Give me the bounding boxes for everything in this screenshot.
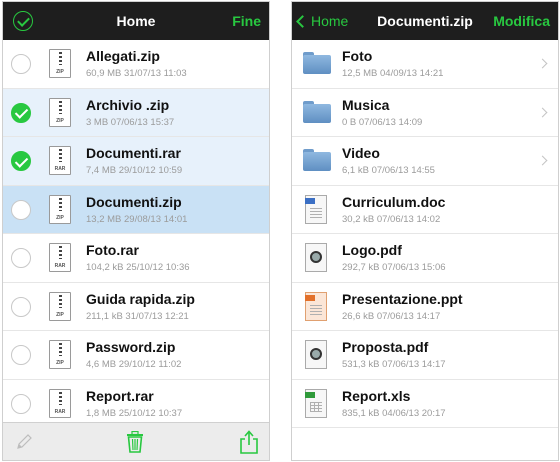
file-meta: 7,4 MB 29/10/12 10:59	[86, 165, 183, 176]
word-document-icon	[305, 194, 327, 224]
file-row[interactable]: ZIP Password.zip 4,6 MB 29/10/12 11:02	[3, 331, 269, 380]
right-navbar: Home Documenti.zip Modifica	[292, 2, 558, 40]
chevron-right-icon	[537, 107, 548, 117]
archive-file-icon: ZIP	[49, 97, 71, 127]
archive-file-icon: ZIP	[49, 194, 71, 224]
item-meta: 12,5 MB 04/09/13 14:21	[342, 68, 444, 79]
archive-file-icon: ZIP	[49, 340, 71, 369]
file-name: Documenti.zip	[86, 193, 182, 210]
archive-contents-list: Foto 12,5 MB 04/09/13 14:21 Musica 0 B 07/0…	[292, 40, 558, 428]
trash-icon[interactable]	[125, 431, 145, 453]
file-meta: 4,6 MB 29/10/12 11:02	[86, 359, 182, 370]
file-meta: 13,2 MB 29/08/13 14:01	[86, 213, 188, 225]
file-name: Report.rar	[86, 387, 154, 404]
item-name: Musica	[342, 96, 390, 113]
item-name: Proposta.pdf	[342, 339, 429, 355]
archive-file-icon: ZIP	[49, 49, 71, 78]
pdf-document-icon	[305, 340, 327, 369]
item-meta: 6,1 kB 07/06/13 14:55	[342, 165, 435, 176]
selection-checkbox[interactable]	[11, 102, 31, 123]
item-meta: 30,2 kB 07/06/13 14:02	[342, 213, 441, 225]
selection-checkbox[interactable]	[11, 54, 31, 74]
file-meta: 60,9 MB 31/07/13 11:03	[86, 68, 187, 79]
item-name: Report.xls	[342, 387, 411, 404]
archive-file-icon: RAR	[49, 146, 71, 175]
file-name: Documenti.rar	[86, 145, 181, 161]
file-row[interactable]: Presentazione.ppt 26,6 kB 07/06/13 14:17	[292, 283, 558, 331]
excel-document-icon	[305, 388, 327, 418]
file-row[interactable]: ZIP Documenti.zip 13,2 MB 29/08/13 14:01	[3, 185, 269, 234]
file-name: Archivio .zip	[86, 96, 170, 113]
archive-file-icon: RAR	[49, 243, 71, 272]
file-row[interactable]: RAR Documenti.rar 7,4 MB 29/10/12 10:59	[3, 137, 269, 186]
file-name: Allegati.zip	[86, 48, 160, 64]
file-row[interactable]: ZIP Allegati.zip 60,9 MB 31/07/13 11:03	[3, 40, 269, 89]
folder-icon	[303, 100, 331, 123]
folder-row[interactable]: Video 6,1 kB 07/06/13 14:55	[292, 137, 558, 186]
archive-file-icon: RAR	[49, 388, 71, 418]
powerpoint-document-icon	[305, 291, 327, 321]
share-icon[interactable]	[239, 430, 259, 454]
file-name: Password.zip	[86, 339, 176, 355]
chevron-right-icon	[537, 58, 548, 69]
folder-row[interactable]: Foto 12,5 MB 04/09/13 14:21	[292, 40, 558, 89]
file-meta: 3 MB 07/06/13 15:37	[86, 116, 175, 128]
file-row[interactable]: RAR Report.rar 1,8 MB 25/10/12 10:37	[3, 380, 269, 428]
right-screen: Home Documenti.zip Modifica Foto 12,5 MB …	[291, 1, 559, 461]
selection-checkbox[interactable]	[11, 151, 31, 171]
item-name: Foto	[342, 48, 373, 64]
pdf-document-icon	[305, 243, 327, 272]
file-name: Foto.rar	[86, 242, 139, 258]
file-row[interactable]: Report.xls 835,1 kB 04/06/13 20:17	[292, 380, 558, 428]
item-meta: 0 B 07/06/13 14:09	[342, 116, 423, 128]
folder-icon	[303, 52, 331, 74]
done-button[interactable]: Fine	[232, 2, 261, 40]
file-meta: 1,8 MB 25/10/12 10:37	[86, 407, 183, 419]
item-name: Video	[342, 145, 380, 161]
file-row[interactable]: Curriculum.doc 30,2 kB 07/06/13 14:02	[292, 186, 558, 234]
item-name: Curriculum.doc	[342, 193, 446, 210]
file-meta: 104,2 kB 25/10/12 10:36	[86, 262, 190, 273]
file-row[interactable]: Proposta.pdf 531,3 kB 07/06/13 14:17	[292, 331, 558, 380]
file-row[interactable]: RAR Foto.rar 104,2 kB 25/10/12 10:36	[3, 234, 269, 283]
selection-checkbox[interactable]	[11, 199, 31, 220]
selection-checkbox[interactable]	[11, 393, 31, 414]
edit-toolbar	[3, 422, 269, 460]
archive-file-icon: ZIP	[49, 291, 71, 321]
item-meta: 531,3 kB 07/06/13 14:17	[342, 359, 446, 370]
file-name: Guida rapida.zip	[86, 290, 195, 307]
pencil-icon[interactable]	[15, 433, 33, 451]
item-name: Logo.pdf	[342, 242, 402, 258]
selection-checkbox[interactable]	[11, 296, 31, 317]
folder-icon	[303, 149, 331, 171]
file-row[interactable]: Logo.pdf 292,7 kB 07/06/13 15:06	[292, 234, 558, 283]
item-meta: 292,7 kB 07/06/13 15:06	[342, 262, 446, 273]
nav-title: Home	[116, 13, 156, 29]
selection-checkbox[interactable]	[11, 345, 31, 365]
folder-row[interactable]: Musica 0 B 07/06/13 14:09	[292, 89, 558, 137]
item-name: Presentazione.ppt	[342, 290, 463, 307]
item-meta: 26,6 kB 07/06/13 14:17	[342, 310, 441, 322]
left-navbar: Home Fine	[3, 2, 269, 40]
item-meta: 835,1 kB 04/06/13 20:17	[342, 407, 446, 419]
chevron-right-icon	[537, 155, 548, 166]
file-row[interactable]: ZIP Guida rapida.zip 211,1 kB 31/07/13 12:…	[3, 283, 269, 331]
file-list: ZIP Allegati.zip 60,9 MB 31/07/13 11:03 ZIP…	[3, 40, 269, 428]
edit-button[interactable]: Modifica	[493, 2, 550, 40]
file-meta: 211,1 kB 31/07/13 12:21	[86, 310, 189, 322]
selection-checkbox[interactable]	[11, 248, 31, 268]
file-row[interactable]: ZIP Archivio .zip 3 MB 07/06/13 15:37	[3, 88, 269, 137]
left-screen: Home Fine ZIP Allegati.zip 60,9 MB 31/07/1…	[2, 1, 270, 461]
